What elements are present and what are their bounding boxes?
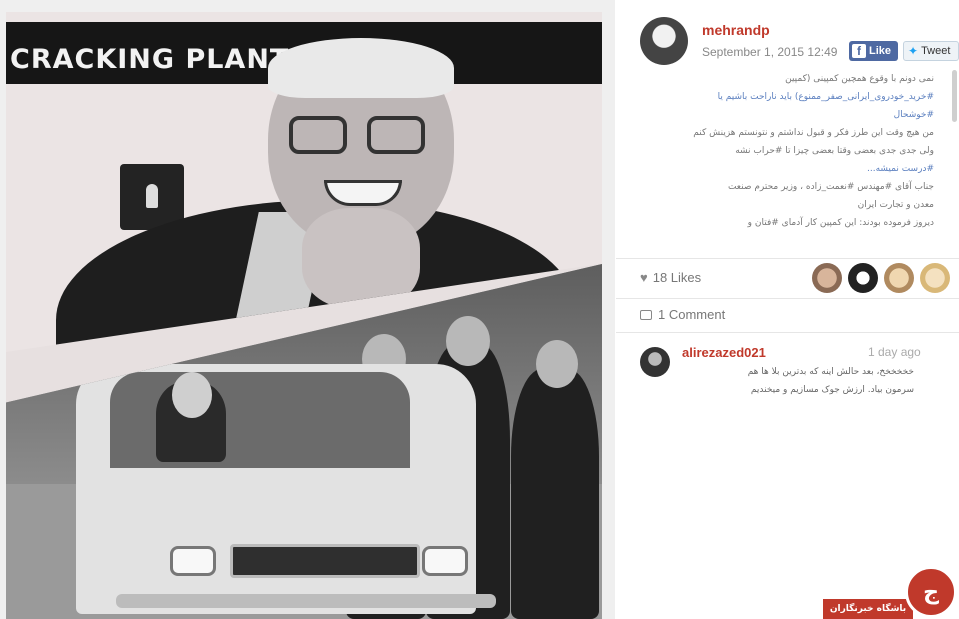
- photo-collage: CRACKING PLANT: [6, 12, 602, 619]
- likes-count[interactable]: ♥ 18 Likes: [640, 270, 701, 285]
- comment-time: 1 day ago: [868, 345, 921, 359]
- post-photo[interactable]: CRACKING PLANT: [0, 0, 615, 619]
- man-head: [536, 340, 578, 388]
- post-caption: نمی دونم با وقوع همچین کمپینی (کمپین #خر…: [634, 70, 934, 250]
- caption-line: جناب آقای #مهندس #نعمت_زاده ، وزیر محترم…: [727, 182, 934, 192]
- tweet-label: Tweet: [921, 45, 951, 57]
- driver-head: [172, 372, 212, 418]
- watermark-logo-icon: ج: [905, 566, 957, 618]
- comment-icon: [640, 309, 652, 320]
- comments-count[interactable]: 1 Comment: [640, 307, 725, 322]
- caption-line[interactable]: #خوشحال: [634, 106, 934, 124]
- caption-line[interactable]: #درست نمیشه...: [634, 160, 934, 178]
- car-windshield: [110, 372, 410, 468]
- like-label: Like: [869, 45, 892, 57]
- glasses-lens-right: [367, 116, 425, 154]
- car-bumper: [116, 594, 496, 608]
- watermark-brand: باشگاه خبرنگاران: [823, 599, 913, 619]
- username[interactable]: mehrandp: [702, 22, 770, 38]
- avatar[interactable]: [640, 17, 688, 65]
- man-figure: [511, 369, 599, 619]
- divider: [616, 258, 959, 259]
- sign-text: CRACKING PLANT: [10, 44, 290, 75]
- comment-line: سرمون بیاد. ارزش جوک مسازیم و میخندیم: [750, 385, 914, 395]
- comment-username[interactable]: alirezazed021: [682, 345, 766, 360]
- comments-label: 1 Comment: [658, 307, 726, 322]
- glasses-lens-left: [289, 116, 347, 154]
- tweet-button[interactable]: ✦ Tweet: [903, 41, 959, 61]
- liker-avatar[interactable]: [884, 263, 914, 293]
- post-panel: mehrandp September 1, 2015 12:49 f Like …: [616, 0, 959, 619]
- caption-line[interactable]: #خرید_خودروی_ایرانی_صفر_ممنوع) باید نارا…: [634, 88, 934, 106]
- twitter-bird-icon: ✦: [908, 44, 919, 58]
- divider: [616, 298, 959, 299]
- car-headlight-left: [170, 546, 216, 576]
- facebook-icon: f: [852, 44, 866, 58]
- heart-icon: ♥: [640, 270, 648, 285]
- liker-avatar[interactable]: [812, 263, 842, 293]
- likes-label: 18 Likes: [652, 270, 702, 285]
- liker-avatar[interactable]: [848, 263, 878, 293]
- caption-line: نمی دونم با وقوع همچین کمپینی (کمپین: [785, 74, 934, 84]
- caption-scrollbar[interactable]: [952, 70, 957, 122]
- liker-avatar[interactable]: [920, 263, 950, 293]
- hand-on-chin: [302, 208, 420, 308]
- comment-line: خخخخخخ، بعد حالش اینه که بدترین بلا ها ه…: [747, 367, 914, 377]
- divider: [616, 332, 959, 333]
- car-grille: [230, 544, 420, 578]
- man-hair: [268, 38, 454, 98]
- caption-line: ولی جدی جدی بعضی وقتا بعضی چیزا تا #حراب…: [735, 146, 934, 156]
- caption-line: من هیچ وقت این طرز فکر و قبول نداشتم و ن…: [693, 128, 934, 138]
- car-headlight-right: [422, 546, 468, 576]
- caption-line: دیروز فرموده بودند: این کمپین کار آدمای …: [747, 218, 934, 228]
- post-date: September 1, 2015 12:49: [702, 45, 838, 59]
- man-head: [446, 316, 490, 366]
- comment-text: خخخخخخ، بعد حالش اینه که بدترین بلا ها ه…: [646, 363, 914, 399]
- caption-line: معدن و تجارت ایران: [857, 200, 934, 210]
- facebook-like-button[interactable]: f Like: [849, 41, 898, 61]
